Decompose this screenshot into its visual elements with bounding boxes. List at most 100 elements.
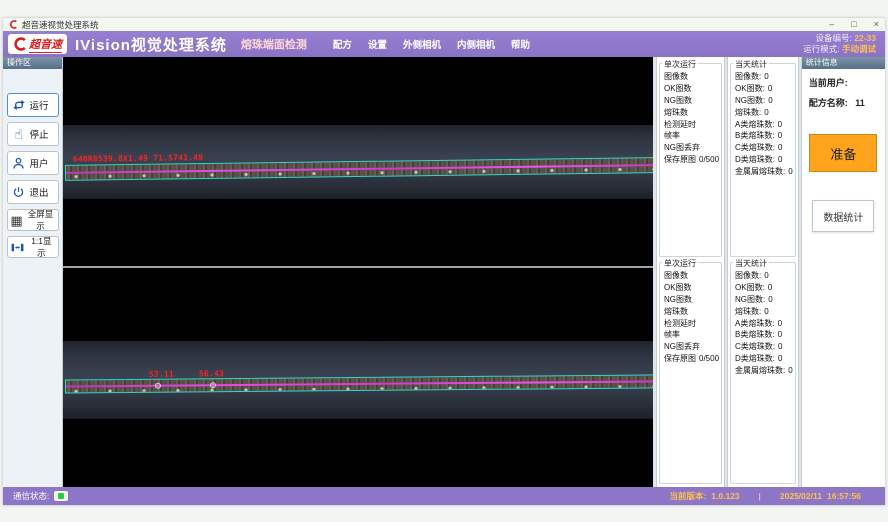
brand-logo: 超音速 bbox=[8, 34, 67, 54]
stat-row: 图像数:0 bbox=[733, 270, 793, 282]
stat-row: 熔珠数 bbox=[662, 106, 719, 118]
statistics-info-panel: 统计信息 当前用户: 配方名称: 11 准备 数据统计 bbox=[801, 57, 885, 487]
brand-name: 超音速 bbox=[29, 36, 62, 53]
stat-row: 保存原图0/500 bbox=[662, 154, 719, 166]
stat-row: 图像数:0 bbox=[733, 71, 793, 83]
camera-view-outer[interactable]: 640R8539.8X1.49 71.5741.49 bbox=[63, 57, 653, 266]
minimize-button[interactable]: – bbox=[829, 18, 834, 31]
stat-row: 帧率 bbox=[662, 329, 719, 341]
stat-row: C类熔珠数:0 bbox=[733, 142, 793, 154]
user-icon bbox=[11, 156, 27, 171]
run-button-label: 运行 bbox=[30, 98, 49, 112]
stat-row: A类熔珠数:0 bbox=[733, 317, 793, 329]
measurement-annotation: 640R8539.8X1.49 71.5741.49 bbox=[73, 153, 204, 164]
one-to-one-icon bbox=[10, 240, 26, 255]
bead-marker bbox=[210, 382, 216, 388]
stat-row: B类熔珠数:0 bbox=[733, 329, 793, 341]
measurement-annotation-left: 53.11 bbox=[149, 370, 174, 379]
sidebar-title: 操作区 bbox=[3, 57, 62, 69]
stat-row: B类熔珠数:0 bbox=[733, 130, 793, 142]
camera-view-inner[interactable]: 53.11 56.43 bbox=[63, 268, 653, 487]
single-run-stats-inner: 单次运行 图像数 OK图数 NG图数 熔珠数 检测延时 帧率 NG图丢弃 保存原… bbox=[659, 262, 722, 484]
user-button-label: 用户 bbox=[30, 156, 49, 170]
device-number-value: 22-33 bbox=[854, 33, 876, 43]
daily-stats-column: 当天统计 图像数:0 OK图数:0 NG图数:0 熔珠数:0 A类熔珠数:0 B… bbox=[727, 57, 799, 487]
run-button[interactable]: 运行 bbox=[7, 93, 59, 117]
stat-row: D类熔珠数:0 bbox=[733, 154, 793, 166]
stat-row: NG图数 bbox=[662, 294, 719, 306]
stat-row: 熔珠数:0 bbox=[733, 305, 793, 317]
window-titlebar: 超音速视觉处理系统 – □ × bbox=[3, 18, 885, 31]
daily-stats-outer: 当天统计 图像数:0 OK图数:0 NG图数:0 熔珠数:0 A类熔珠数:0 B… bbox=[730, 63, 796, 257]
stat-row: OK图数:0 bbox=[733, 282, 793, 294]
prepare-button[interactable]: 准备 bbox=[809, 134, 877, 172]
current-user-label: 当前用户: bbox=[809, 78, 848, 88]
status-bar: 通信状态: 当前版本: 1.0.123 | 2025/02/11 16:57:5… bbox=[3, 487, 885, 505]
data-statistics-button[interactable]: 数据统计 bbox=[812, 200, 874, 232]
main-menu: 配方 设置 外侧相机 内侧相机 帮助 bbox=[333, 37, 530, 51]
stat-row: OK图数 bbox=[662, 282, 719, 294]
stat-row: NG图数:0 bbox=[733, 294, 793, 306]
version-datetime: 当前版本: 1.0.123 | 2025/02/11 16:57:56 bbox=[669, 490, 861, 502]
current-user-row: 当前用户: bbox=[809, 76, 885, 89]
stat-row: 保存原图0/500 bbox=[662, 353, 719, 365]
exit-button-label: 退出 bbox=[30, 185, 49, 199]
stat-row: 检测延时 bbox=[662, 317, 719, 329]
stat-row: 熔珠数:0 bbox=[733, 106, 793, 118]
stat-row: 图像数 bbox=[662, 270, 719, 282]
stat-row: A类熔珠数:0 bbox=[733, 118, 793, 130]
stat-row: 检测延时 bbox=[662, 118, 719, 130]
maximize-button[interactable]: □ bbox=[851, 18, 856, 31]
fullscreen-button[interactable]: ▦ 全屏显示 bbox=[7, 209, 59, 231]
app-header: 超音速 IVision视觉处理系统 熔珠端面检测 配方 设置 外侧相机 内侧相机… bbox=[3, 31, 885, 57]
stat-row: 图像数 bbox=[662, 71, 719, 83]
one-to-one-button[interactable]: 1:1显示 bbox=[7, 236, 59, 258]
exit-button[interactable]: 退出 bbox=[7, 180, 59, 204]
group-title: 单次运行 bbox=[662, 258, 698, 269]
app-logo-icon bbox=[9, 20, 18, 29]
stat-row: D类熔珠数:0 bbox=[733, 353, 793, 365]
stat-row: C类熔珠数:0 bbox=[733, 341, 793, 353]
daily-stats-inner: 当天统计 图像数:0 OK图数:0 NG图数:0 熔珠数:0 A类熔珠数:0 B… bbox=[730, 262, 796, 484]
app-title: IVision视觉处理系统 bbox=[75, 34, 227, 55]
stop-button-label: 停止 bbox=[30, 127, 49, 141]
brand-c-icon bbox=[13, 37, 27, 51]
info-panel-title: 统计信息 bbox=[802, 57, 885, 69]
group-title: 当天统计 bbox=[733, 59, 769, 70]
recipe-name-row: 配方名称: 11 bbox=[809, 96, 885, 109]
comm-status-label: 通信状态: bbox=[13, 490, 49, 502]
device-number-label: 设备编号: bbox=[816, 33, 852, 43]
bead-marker bbox=[155, 383, 161, 389]
stat-row: 帧率 bbox=[662, 130, 719, 142]
one-to-one-button-label: 1:1显示 bbox=[27, 235, 55, 259]
camera-views: 640R8539.8X1.49 71.5741.49 53.11 56.43 bbox=[63, 57, 653, 487]
user-button[interactable]: 用户 bbox=[7, 151, 59, 175]
stat-row: 熔珠数 bbox=[662, 305, 719, 317]
measurement-annotation-right: 56.43 bbox=[199, 369, 224, 378]
menu-settings[interactable]: 设置 bbox=[368, 37, 387, 51]
group-title: 单次运行 bbox=[662, 59, 698, 70]
run-mode-value: 手动调试 bbox=[842, 44, 876, 54]
main-area: 操作区 运行 ☝ 停止 用户 bbox=[3, 57, 885, 487]
run-icon bbox=[11, 97, 27, 113]
menu-inner-camera[interactable]: 内侧相机 bbox=[457, 37, 495, 51]
power-icon bbox=[11, 185, 27, 200]
group-title: 当天统计 bbox=[733, 258, 769, 269]
close-button[interactable]: × bbox=[874, 18, 879, 31]
recipe-name-value: 11 bbox=[855, 98, 865, 108]
stat-row: NG图丢弃 bbox=[662, 142, 719, 154]
menu-help[interactable]: 帮助 bbox=[511, 37, 530, 51]
stat-row: 金属屑熔珠数:0 bbox=[733, 364, 793, 376]
recipe-name-label: 配方名称: bbox=[809, 98, 848, 108]
device-info: 设备编号: 22-33 运行模式: 手动调试 bbox=[803, 33, 876, 56]
fullscreen-button-label: 全屏显示 bbox=[26, 208, 56, 232]
window-title: 超音速视觉处理系统 bbox=[22, 19, 99, 31]
menu-recipe[interactable]: 配方 bbox=[333, 37, 352, 51]
green-led-icon bbox=[58, 493, 64, 499]
fullscreen-grid-icon: ▦ bbox=[10, 214, 24, 227]
status-date: 2025/02/11 bbox=[780, 491, 822, 501]
app-subtitle: 熔珠端面检测 bbox=[241, 36, 307, 52]
menu-outer-camera[interactable]: 外侧相机 bbox=[403, 37, 441, 51]
stop-button[interactable]: ☝ 停止 bbox=[7, 122, 59, 146]
stat-row: NG图数:0 bbox=[733, 95, 793, 107]
